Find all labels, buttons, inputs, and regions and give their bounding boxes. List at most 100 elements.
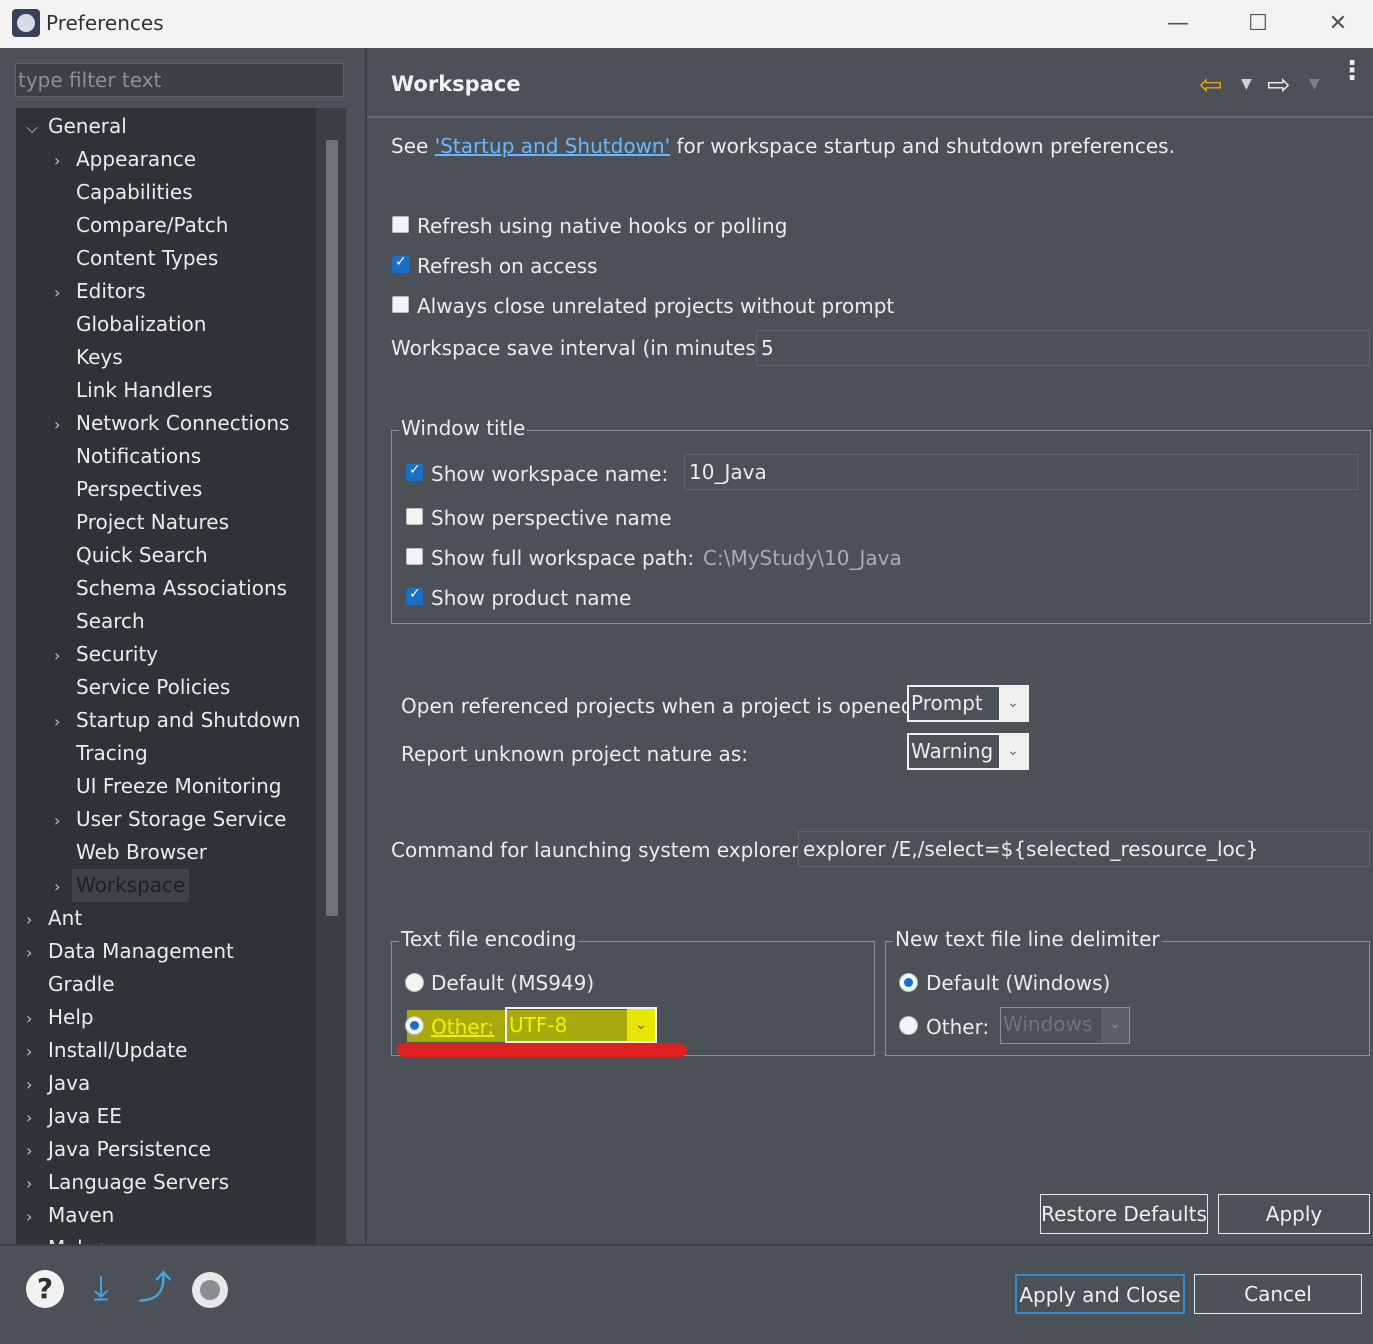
cancel-button[interactable]: Cancel	[1194, 1274, 1362, 1314]
apply-and-close-button[interactable]: Apply and Close	[1015, 1274, 1185, 1314]
show-perspective-checkbox[interactable]	[406, 508, 423, 525]
explorer-command-input[interactable]: explorer /E,/select=${selected_resource_…	[798, 831, 1370, 867]
tree-item-data-management[interactable]: Data Management	[44, 935, 238, 968]
delimiter-other-radio[interactable]	[899, 1016, 918, 1035]
preference-tree: ⌵ General › Appearance Capabilities Compare/P…	[16, 108, 316, 1244]
tree-item-install-update[interactable]: Install/Update	[44, 1034, 191, 1067]
tree-scrollbar-thumb[interactable]	[326, 140, 338, 916]
delimiter-other-combo[interactable]: Windows ⌄	[1000, 1007, 1130, 1044]
explorer-label: Command for launching system explorer:	[391, 838, 806, 862]
tree-item-tracing[interactable]: Tracing	[72, 737, 152, 770]
chevron-right-icon[interactable]: ›	[26, 1207, 46, 1226]
help-icon[interactable]: ?	[26, 1270, 64, 1308]
tree-item-gradle[interactable]: Gradle	[44, 968, 119, 1001]
encoding-other-radio[interactable]	[405, 1016, 424, 1035]
minimize-button[interactable]: —	[1158, 6, 1198, 42]
window-title-group-label: Window title	[399, 416, 528, 440]
chevron-right-icon[interactable]: ›	[54, 415, 74, 434]
chevron-right-icon[interactable]: ›	[26, 943, 46, 962]
chevron-right-icon[interactable]: ›	[54, 877, 74, 896]
chevron-right-icon[interactable]: ›	[54, 811, 74, 830]
filter-input[interactable]: type filter text	[15, 63, 344, 97]
tree-item-project-natures[interactable]: Project Natures	[72, 506, 233, 539]
show-workspace-name-checkbox[interactable]	[406, 462, 423, 481]
tree-item-workspace[interactable]: Workspace	[72, 869, 190, 902]
back-menu-chevron-icon[interactable]: ▼	[1241, 76, 1252, 92]
workspace-name-input[interactable]: 10_Java	[684, 454, 1358, 490]
tree-item-language-servers[interactable]: Language Servers	[44, 1166, 233, 1199]
tree-item-service-policies[interactable]: Service Policies	[72, 671, 234, 704]
startup-shutdown-link[interactable]: 'Startup and Shutdown'	[435, 134, 670, 158]
text-encoding-group-label: Text file encoding	[399, 927, 579, 951]
show-full-path-checkbox[interactable]	[406, 548, 423, 565]
tree-item-quick-search[interactable]: Quick Search	[72, 539, 212, 572]
tree-item-maven[interactable]: Maven	[44, 1199, 118, 1232]
tree-item-editors[interactable]: Editors	[72, 275, 150, 308]
save-interval-input[interactable]: 5	[756, 330, 1370, 366]
dialog-footer: ? ⤓ ⤴ Apply and Close Cancel	[0, 1244, 1373, 1344]
chevron-down-icon[interactable]: ⌵	[26, 118, 46, 138]
tree-item-java-ee[interactable]: Java EE	[44, 1100, 126, 1133]
chevron-right-icon[interactable]: ›	[26, 1174, 46, 1193]
chevron-right-icon[interactable]: ›	[54, 712, 74, 731]
chevron-right-icon[interactable]: ›	[26, 1075, 46, 1094]
tree-item-capabilities[interactable]: Capabilities	[72, 176, 197, 209]
tree-item-general[interactable]: General	[44, 110, 131, 143]
tree-item-user-storage-service[interactable]: User Storage Service	[72, 803, 290, 836]
tree-item-security[interactable]: Security	[72, 638, 162, 671]
record-icon[interactable]	[192, 1272, 228, 1308]
chevron-right-icon[interactable]: ›	[54, 646, 74, 665]
tree-item-appearance[interactable]: Appearance	[72, 143, 200, 176]
show-product-checkbox[interactable]	[406, 586, 423, 605]
chevron-right-icon[interactable]: ›	[26, 910, 46, 929]
tree-item-web-browser[interactable]: Web Browser	[72, 836, 211, 869]
encoding-default-radio[interactable]	[405, 973, 424, 992]
tree-item-java[interactable]: Java	[44, 1067, 94, 1100]
export-icon[interactable]: ⤴	[134, 1268, 176, 1308]
restore-defaults-button[interactable]: Restore Defaults	[1040, 1194, 1208, 1234]
forward-menu-chevron-icon[interactable]: ▼	[1309, 76, 1320, 92]
encoding-other-combo[interactable]: UTF-8 ⌄	[505, 1007, 657, 1043]
unknown-nature-combo[interactable]: Warning ⌄	[907, 733, 1029, 770]
tree-item-network-connections[interactable]: Network Connections	[72, 407, 293, 440]
chevron-right-icon[interactable]: ›	[26, 1042, 46, 1061]
delimiter-default-radio[interactable]	[899, 973, 918, 992]
close-button[interactable]: ✕	[1318, 6, 1358, 42]
view-menu-icon[interactable]: ⋮	[1339, 58, 1365, 84]
tree-item-globalization[interactable]: Globalization	[72, 308, 210, 341]
chevron-down-icon: ⌄	[999, 687, 1027, 720]
tree-item-ui-freeze-monitoring[interactable]: UI Freeze Monitoring	[72, 770, 285, 803]
forward-arrow-icon[interactable]: ⇨	[1267, 68, 1290, 101]
tree-item-compare-patch[interactable]: Compare/Patch	[72, 209, 232, 242]
refresh-native-checkbox[interactable]	[392, 216, 409, 233]
delimiter-other-label: Other:	[926, 1015, 990, 1039]
always-close-checkbox[interactable]	[392, 296, 409, 313]
back-arrow-icon[interactable]: ⇦	[1199, 68, 1222, 101]
tree-item-mylyn[interactable]: Mylyn	[44, 1232, 111, 1244]
tree-item-keys[interactable]: Keys	[72, 341, 127, 374]
app-icon	[12, 9, 40, 37]
refresh-access-checkbox[interactable]	[392, 254, 409, 273]
encoding-other-label: Other:	[431, 1015, 495, 1039]
tree-item-perspectives[interactable]: Perspectives	[72, 473, 206, 506]
chevron-right-icon[interactable]: ›	[26, 1108, 46, 1127]
red-underline-marker	[397, 1043, 687, 1057]
tree-item-content-types[interactable]: Content Types	[72, 242, 222, 275]
open-referenced-combo[interactable]: Prompt ⌄	[907, 685, 1029, 722]
chevron-right-icon[interactable]: ›	[26, 1009, 46, 1028]
maximize-button[interactable]: ☐	[1238, 6, 1278, 42]
apply-button[interactable]: Apply	[1218, 1194, 1370, 1234]
tree-item-search[interactable]: Search	[72, 605, 149, 638]
chevron-right-icon[interactable]: ›	[54, 151, 74, 170]
tree-item-java-persistence[interactable]: Java Persistence	[44, 1133, 215, 1166]
tree-item-link-handlers[interactable]: Link Handlers	[72, 374, 216, 407]
show-full-path-label: Show full workspace path:	[431, 546, 695, 570]
tree-item-schema-associations[interactable]: Schema Associations	[72, 572, 291, 605]
tree-item-ant[interactable]: Ant	[44, 902, 86, 935]
chevron-right-icon[interactable]: ›	[54, 283, 74, 302]
tree-item-notifications[interactable]: Notifications	[72, 440, 205, 473]
tree-item-startup-and-shutdown[interactable]: Startup and Shutdown	[72, 704, 304, 737]
tree-item-help[interactable]: Help	[44, 1001, 98, 1034]
import-icon[interactable]: ⤓	[80, 1268, 122, 1308]
chevron-right-icon[interactable]: ›	[26, 1141, 46, 1160]
